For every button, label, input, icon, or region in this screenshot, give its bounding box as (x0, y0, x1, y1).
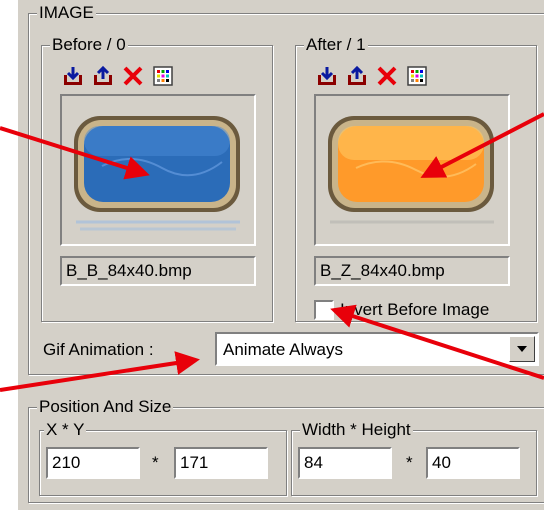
before-button-image (74, 116, 240, 231)
xy-group: X * Y 210 * 171 (39, 420, 287, 496)
before-delete-button[interactable] (120, 63, 146, 89)
gif-animation-label: Gif Animation : (43, 340, 154, 359)
before-group-title: Before / 0 (50, 35, 128, 55)
before-export-button[interactable] (90, 63, 116, 89)
after-filename-field: B_Z_84x40.bmp (314, 256, 510, 286)
position-size-title: Position And Size (37, 397, 174, 417)
gif-animation-value: Animate Always (223, 340, 343, 359)
x-input[interactable]: 210 (46, 447, 140, 479)
before-group: Before / 0 B_B_84x40.bmp (41, 35, 273, 322)
xy-title: X * Y (44, 420, 87, 440)
palette-icon (153, 66, 173, 86)
before-import-button[interactable] (60, 63, 86, 89)
after-palette-button[interactable] (404, 63, 430, 89)
after-group-title: After / 1 (304, 35, 368, 55)
palette-icon (407, 66, 427, 86)
gif-animation-dropdown-button[interactable] (509, 336, 535, 362)
width-height-title: Width * Height (300, 420, 413, 440)
height-input[interactable]: 40 (426, 447, 520, 479)
after-export-button[interactable] (344, 63, 370, 89)
gif-animation-select[interactable]: Animate Always (215, 332, 539, 366)
export-icon (94, 65, 112, 85)
after-image-preview (314, 94, 510, 246)
position-size-group: Position And Size X * Y 210 * 171 Width … (28, 397, 544, 503)
width-height-group: Width * Height 84 * 40 (291, 420, 537, 496)
width-input[interactable]: 84 (298, 447, 392, 479)
export-icon (348, 65, 366, 85)
after-delete-button[interactable] (374, 63, 400, 89)
before-palette-button[interactable] (150, 63, 176, 89)
before-image-preview (60, 94, 256, 246)
import-icon (64, 67, 82, 85)
after-import-button[interactable] (314, 63, 340, 89)
delete-icon (123, 66, 143, 86)
screenshot-area: IMAGE Before / 0 B_B_84x40.bmp After / 1… (0, 0, 544, 510)
chevron-down-icon (517, 346, 527, 352)
after-group: After / 1 B_Z_84x40.bmp Invert Before Im… (295, 35, 537, 322)
invert-before-image-checkbox[interactable] (314, 300, 334, 320)
before-filename-field: B_B_84x40.bmp (60, 256, 256, 286)
image-group-title: IMAGE (37, 3, 96, 23)
image-properties-dialog: IMAGE Before / 0 B_B_84x40.bmp After / 1… (18, 0, 544, 510)
image-group: IMAGE Before / 0 B_B_84x40.bmp After / 1… (28, 3, 544, 375)
after-button-image (328, 116, 494, 224)
y-input[interactable]: 171 (174, 447, 268, 479)
wh-separator: * (406, 453, 413, 472)
import-icon (318, 67, 336, 85)
invert-before-image-label[interactable]: Invert Before Image (340, 300, 489, 320)
delete-icon (377, 66, 397, 86)
xy-separator: * (152, 453, 159, 472)
